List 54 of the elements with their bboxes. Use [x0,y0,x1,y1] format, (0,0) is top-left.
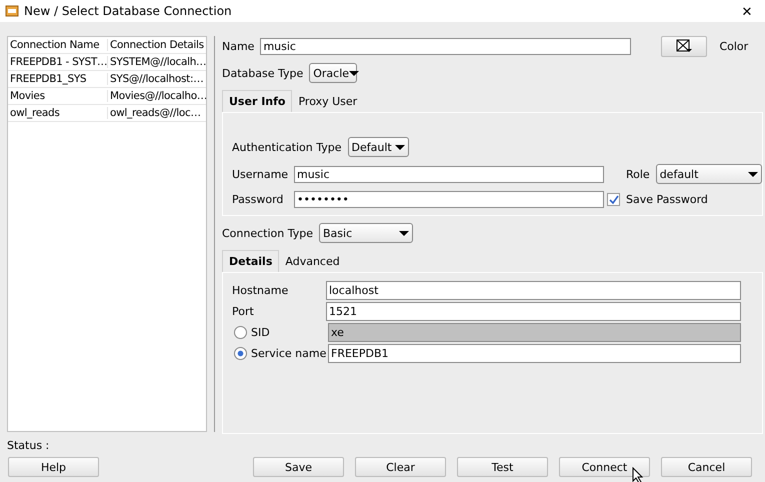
role-label: Role [626,168,650,180]
connection-type-label: Connection Type [222,226,314,240]
mouse-cursor-icon [632,467,644,482]
hostname-label: Hostname [232,284,290,297]
connection-type-dropdown[interactable]: Basic [319,223,414,243]
table-cell[interactable]: FREEPDB1 - SYST… [8,56,107,68]
color-label: Color [719,40,748,52]
authentication-type-dropdown[interactable]: Default [348,137,409,157]
service-name-field[interactable]: FREEPDB1 [328,344,741,363]
tab[interactable]: Advanced [279,250,346,272]
tab[interactable]: Details [222,250,280,272]
table-cell[interactable]: SYSTEM@//localh… [107,56,206,68]
help-button[interactable]: Help [8,457,99,477]
sid-radio[interactable] [234,326,247,339]
dialog-button[interactable]: Clear [355,457,446,477]
table-cell[interactable]: owl_reads [8,107,107,119]
database-type-dropdown[interactable]: Oracle [309,63,358,83]
username-field[interactable]: music [294,166,604,182]
dialog-button[interactable]: Save [253,457,344,477]
username-label: Username [232,168,288,180]
color-swatch-icon [676,39,692,53]
database-type-label: Database Type [222,66,304,80]
name-field[interactable]: music [260,38,632,54]
name-label: Name [222,40,254,52]
dialog-button[interactable]: Test [457,457,548,477]
window-title: New / Select Database Connection [24,4,232,18]
close-button[interactable]: ✕ [729,0,765,22]
dialog-button[interactable]: Cancel [661,457,752,477]
hostname-field[interactable]: localhost [326,281,741,300]
color-button[interactable] [661,36,708,56]
service-name-radio[interactable] [234,347,247,360]
authentication-type-label: Authentication Type [232,140,342,154]
dialog-button[interactable]: Connect [559,457,650,477]
table-cell[interactable]: Movies@//localho… [107,90,206,102]
tab[interactable]: User Info [222,90,292,112]
password-label: Password [232,193,284,206]
status-label: Status : [7,438,50,452]
tab[interactable]: Proxy User [292,90,364,112]
table-cell[interactable]: FREEPDB1_SYS [8,73,107,85]
app-icon [5,4,19,18]
table-cell[interactable]: SYS@//localhost:… [107,73,206,85]
column-header[interactable]: Connection Name [8,39,107,51]
save-password-checkbox[interactable] [607,193,620,206]
table-cell[interactable]: Movies [8,90,107,102]
port-field[interactable]: 1521 [326,302,741,321]
service-name-label: Service name [251,347,326,360]
role-dropdown[interactable]: default [656,164,762,184]
password-field[interactable]: •••••••• [294,191,604,208]
save-password-label: Save Password [626,193,708,206]
table-cell[interactable]: owl_reads@//loc… [107,107,206,119]
port-label: Port [232,305,255,318]
sid-field[interactable]: xe [328,323,741,342]
sid-label: SID [251,326,270,339]
column-header[interactable]: Connection Details [107,39,206,51]
